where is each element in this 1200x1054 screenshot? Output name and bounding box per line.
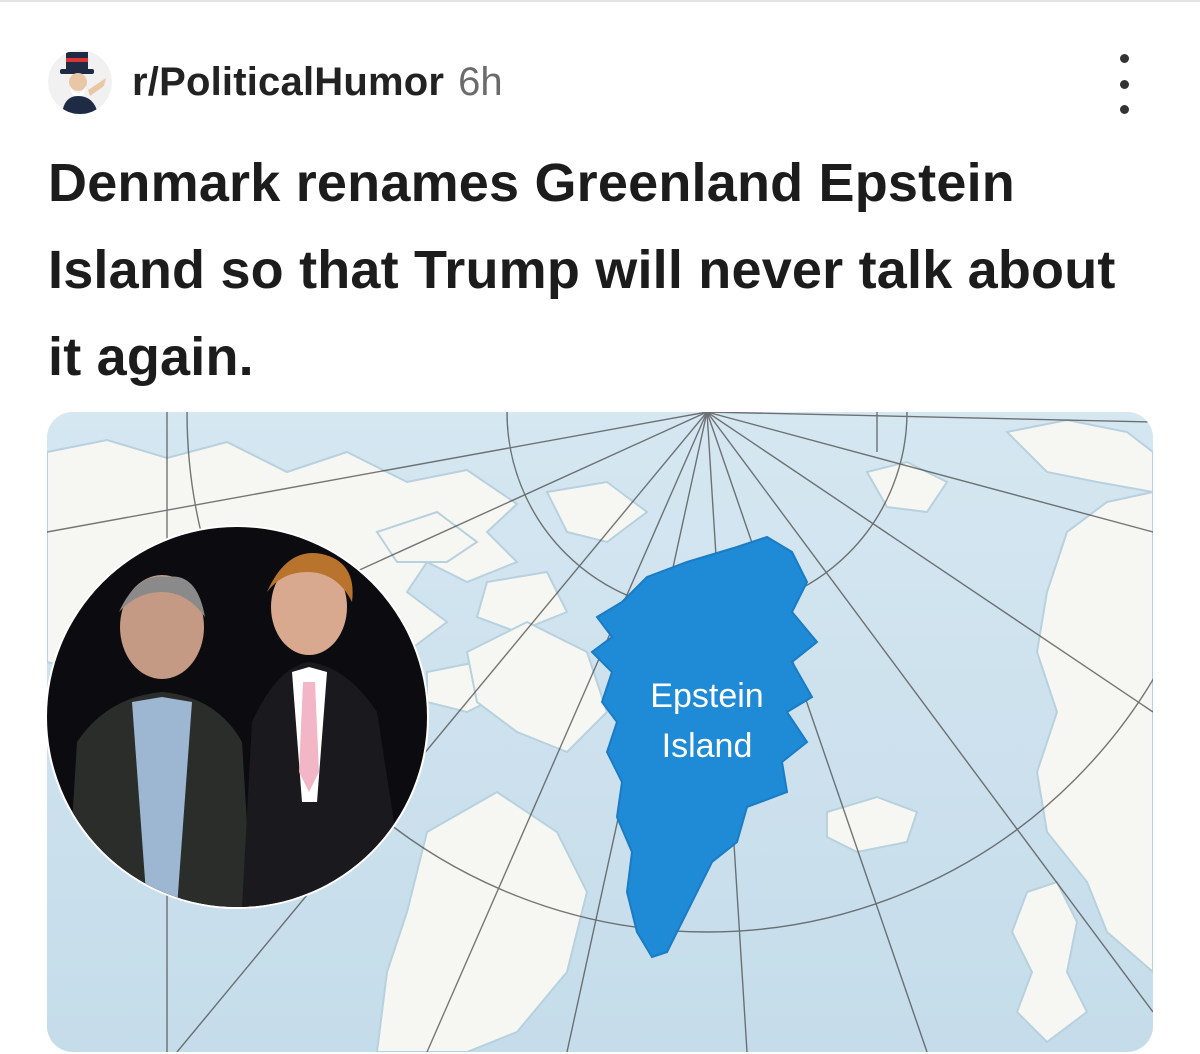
post-image[interactable]: Epstein Island (47, 412, 1153, 1052)
photo-inset (47, 525, 429, 909)
subreddit-avatar-icon[interactable] (48, 50, 112, 114)
dot (1119, 105, 1129, 114)
post-card[interactable]: r/PoliticalHumor 6h Denmark renames Gree… (0, 0, 1200, 1054)
post-header: r/PoliticalHumor 6h (48, 42, 503, 122)
post-title[interactable]: Denmark renames Greenland Epstein Island… (48, 140, 1148, 401)
map-image: Epstein Island (47, 412, 1153, 1052)
dot (1119, 54, 1129, 63)
subreddit-name[interactable]: r/PoliticalHumor (132, 60, 444, 105)
dot (1119, 79, 1129, 89)
map-label-line2: Island (662, 727, 753, 765)
map-label-line1: Epstein (650, 677, 763, 715)
post-age: 6h (458, 59, 503, 104)
more-options-icon[interactable] (1102, 54, 1146, 114)
